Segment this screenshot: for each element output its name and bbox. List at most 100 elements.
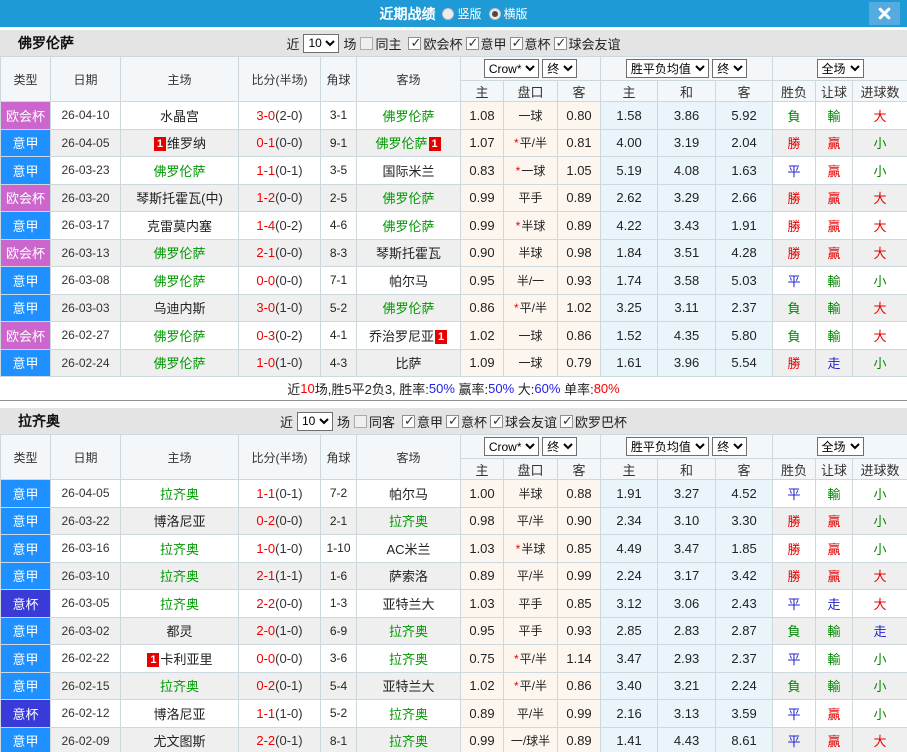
match-row: 意甲 26-02-15 拉齐奥 0-2(0-1) 5-4 亚特兰大 1.02 *平/半 0.86… bbox=[0, 671, 907, 700]
competition-filter-球会友谊[interactable]: 球会友谊 bbox=[490, 412, 557, 431]
avg-win: 1.61 bbox=[600, 348, 659, 377]
odds-company-select[interactable]: Crow* bbox=[483, 59, 539, 78]
match-score: 3-0(2-0) bbox=[238, 101, 321, 130]
layout-option-horizontal[interactable]: 横版 bbox=[488, 5, 528, 22]
team-name-title: 佛罗伦萨 bbox=[18, 35, 74, 51]
match-score: 1-0(1-0) bbox=[238, 348, 321, 377]
competition-filter-label[interactable]: 球会友谊 bbox=[569, 34, 621, 53]
avg-win: 3.40 bbox=[600, 671, 659, 700]
avg-time-select[interactable]: 终 bbox=[712, 437, 748, 456]
scope-select[interactable]: 全场 bbox=[816, 437, 864, 456]
result-goals: 小 bbox=[852, 348, 907, 377]
checkbox-icon[interactable] bbox=[560, 413, 574, 429]
competition-filter-label[interactable]: 意甲 bbox=[481, 34, 507, 53]
corner-count: 1-10 bbox=[320, 534, 357, 563]
changed-odds-star: * bbox=[515, 541, 521, 556]
result-goals: 大 bbox=[852, 183, 907, 212]
competition-filter-意杯[interactable]: 意杯 bbox=[446, 412, 487, 431]
match-date: 26-03-08 bbox=[50, 266, 121, 295]
away-team: 佛罗伦萨 bbox=[356, 293, 461, 322]
team-name: 佛罗伦萨 bbox=[153, 246, 206, 262]
avg-win: 3.12 bbox=[600, 589, 659, 618]
team-name: 博洛尼亚 bbox=[153, 706, 206, 722]
competition-filter-球会友谊[interactable]: 球会友谊 bbox=[553, 34, 621, 53]
close-button[interactable] bbox=[869, 2, 900, 25]
odds-away: 0.88 bbox=[556, 479, 602, 508]
team-name: 佛罗伦萨 bbox=[153, 273, 206, 289]
checkbox-icon[interactable] bbox=[401, 413, 415, 429]
result-wdl: 勝 bbox=[772, 561, 817, 590]
match-row: 意甲 26-03-23 佛罗伦萨 1-1(0-1) 3-5 国际米兰 0.83 *一球 1.05… bbox=[0, 156, 907, 185]
same-away-label[interactable]: 同客 bbox=[369, 412, 395, 431]
away-team: 佛罗伦萨 bbox=[356, 101, 461, 130]
scope-select[interactable]: 全场 bbox=[816, 59, 864, 78]
radio-label[interactable]: 横版 bbox=[504, 5, 528, 22]
radio-unchecked-icon[interactable] bbox=[442, 7, 455, 20]
same-away-filter[interactable]: 同客 bbox=[353, 412, 395, 431]
fulltime-score: 2-2 bbox=[256, 733, 276, 749]
odds-company-select[interactable]: Crow* bbox=[483, 437, 539, 456]
competition-filter-欧会杯[interactable]: 欧会杯 bbox=[408, 34, 463, 53]
avg-time-select[interactable]: 终 bbox=[712, 59, 748, 78]
red-card-badge: 1 bbox=[153, 137, 166, 152]
handicap: 平/半 bbox=[503, 699, 558, 728]
match-score: 3-0(1-0) bbox=[238, 293, 321, 322]
competition-filter-label[interactable]: 意杯 bbox=[461, 412, 487, 431]
away-team: 比萨 bbox=[356, 348, 461, 377]
avg-lose: 5.80 bbox=[715, 321, 774, 350]
competition-filter-label[interactable]: 欧会杯 bbox=[423, 34, 462, 53]
competition-filter-意杯[interactable]: 意杯 bbox=[509, 34, 551, 53]
recent-count-select[interactable]: 10 bbox=[303, 33, 340, 53]
odds-home: 0.83 bbox=[460, 156, 504, 185]
radio-label[interactable]: 竖版 bbox=[457, 5, 481, 22]
competition-filter-意甲[interactable]: 意甲 bbox=[401, 412, 443, 431]
col-header-result-wdl: 胜负 bbox=[772, 458, 817, 480]
competition-filter-label[interactable]: 意甲 bbox=[417, 412, 443, 431]
checkbox-icon[interactable] bbox=[465, 35, 479, 51]
odds-home: 0.95 bbox=[460, 266, 504, 295]
match-type-badge: 意甲 bbox=[0, 128, 51, 157]
checkbox-icon[interactable] bbox=[490, 413, 504, 429]
recent-count-select[interactable]: 10 bbox=[296, 411, 333, 431]
layout-option-vertical[interactable]: 竖版 bbox=[442, 5, 482, 22]
result-wdl: 平 bbox=[772, 699, 817, 728]
same-home-filter[interactable]: 同主 bbox=[360, 34, 401, 53]
odds-time-select[interactable]: 终 bbox=[542, 437, 578, 456]
result-handicap: 輸 bbox=[815, 644, 854, 673]
checkbox-icon[interactable] bbox=[353, 414, 367, 428]
avg-type-select[interactable]: 胜平负均值 bbox=[625, 437, 709, 456]
lazio-matches-table: 类型 日期 主场 比分(半场) 角球 客场 Crow* 终 胜平负均值 终 全场… bbox=[0, 434, 907, 752]
competition-filters: 欧会杯意甲意杯球会友谊 bbox=[405, 34, 621, 53]
corner-count: 5-2 bbox=[320, 699, 357, 728]
checkbox-icon[interactable] bbox=[553, 35, 567, 51]
team-name: 琴斯托霍瓦 bbox=[375, 246, 441, 262]
competition-filter-label[interactable]: 意杯 bbox=[525, 34, 551, 53]
odds-away: 0.89 bbox=[556, 726, 602, 752]
odds-time-select[interactable]: 终 bbox=[542, 59, 578, 78]
checkbox-icon[interactable] bbox=[360, 36, 374, 50]
handicap: *一球 bbox=[503, 156, 558, 185]
radio-checked-icon[interactable] bbox=[488, 7, 501, 20]
checkbox-icon[interactable] bbox=[509, 35, 523, 51]
competition-filter-label[interactable]: 球会友谊 bbox=[505, 412, 557, 431]
result-goals: 小 bbox=[852, 506, 907, 535]
handicap: *平/半 bbox=[503, 644, 558, 673]
match-type-badge: 欧会杯 bbox=[0, 101, 51, 130]
competition-filter-意甲[interactable]: 意甲 bbox=[465, 34, 507, 53]
result-handicap: 輸 bbox=[815, 479, 854, 508]
fulltime-score: 0-2 bbox=[256, 678, 276, 694]
match-date: 26-03-13 bbox=[50, 238, 121, 267]
competition-filter-欧罗巴杯[interactable]: 欧罗巴杯 bbox=[560, 412, 627, 431]
avg-win: 1.84 bbox=[600, 238, 659, 267]
corner-count: 7-2 bbox=[320, 479, 357, 508]
home-team: 博洛尼亚 bbox=[120, 699, 239, 728]
same-home-label[interactable]: 同主 bbox=[375, 34, 401, 53]
competition-filter-label[interactable]: 欧罗巴杯 bbox=[575, 412, 627, 431]
team-name: 佛罗伦萨 bbox=[382, 218, 435, 234]
avg-type-select[interactable]: 胜平负均值 bbox=[625, 59, 709, 78]
handicap-text: 一球 bbox=[518, 356, 543, 371]
checkbox-icon[interactable] bbox=[446, 413, 459, 429]
handicap: *半球 bbox=[503, 211, 558, 240]
match-type-badge: 意甲 bbox=[0, 616, 51, 645]
checkbox-icon[interactable] bbox=[408, 35, 422, 51]
